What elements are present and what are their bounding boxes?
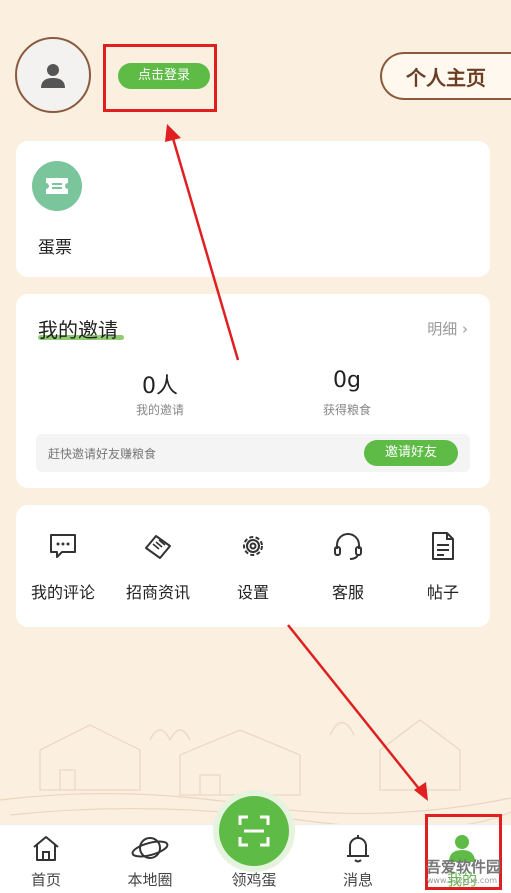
watermark-url: www.52zxue.com — [426, 876, 497, 885]
tab-label: 首页 — [30, 871, 61, 889]
scan-button[interactable] — [219, 796, 289, 866]
tab-home[interactable]: 首页 — [6, 831, 86, 890]
watermark-text: 吾爱软件园 — [425, 858, 501, 876]
planet-icon — [131, 837, 169, 859]
watermark: 吾爱软件园 www.52zxue.com — [392, 856, 507, 890]
tab-messages[interactable]: 消息 — [318, 831, 398, 890]
tab-local-circle[interactable]: 本地圈 — [110, 831, 190, 890]
annotation-arrows — [165, 124, 428, 801]
tab-label: 本地圈 — [127, 871, 173, 889]
home-icon — [33, 836, 59, 861]
bell-icon — [347, 835, 369, 863]
tab-label: 领鸡蛋 — [231, 871, 277, 889]
tab-label: 消息 — [342, 871, 373, 889]
scan-icon — [238, 815, 270, 847]
